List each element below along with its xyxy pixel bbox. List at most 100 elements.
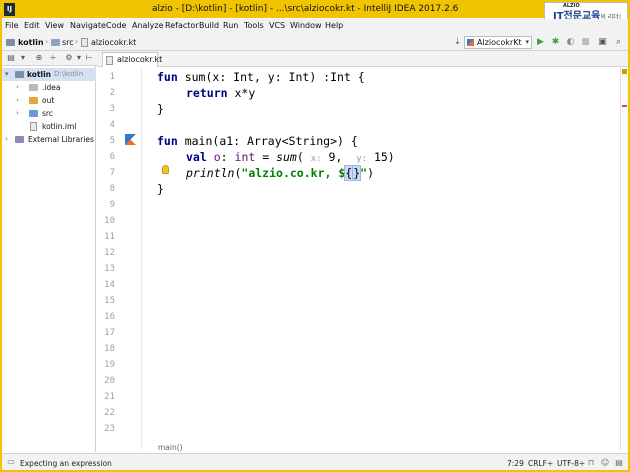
collapse-icon[interactable]: ÷ (48, 53, 58, 63)
line-number: 6 (109, 152, 115, 162)
code-text: ) (367, 166, 375, 180)
stop-icon[interactable]: ■ (580, 37, 591, 48)
project-view-icon[interactable]: ▤ (6, 53, 16, 63)
tool-windows-icon[interactable]: ▭ (6, 457, 16, 467)
menu-run[interactable]: Run (223, 21, 238, 30)
build-hammer-icon[interactable]: ⇣ (452, 37, 463, 48)
tree-item-kotlin-iml[interactable]: kotlin.iml (2, 120, 96, 133)
tree-item-src[interactable]: › src (2, 107, 96, 120)
code-line-3: } (157, 102, 164, 116)
sync-icon[interactable]: ⊕ (34, 53, 44, 63)
file-encoding[interactable]: UTF-8÷ (557, 459, 585, 468)
line-number: 12 (104, 248, 115, 258)
tree-item-idea[interactable]: › .idea (2, 81, 96, 94)
error-marker[interactable] (622, 105, 627, 107)
line-number: 18 (104, 344, 115, 354)
code-text: ( (296, 150, 311, 164)
line-number: 9 (109, 200, 115, 210)
folder-icon (29, 84, 38, 91)
run-icon[interactable]: ▶ (535, 37, 546, 48)
chevron-right-icon: › (16, 109, 19, 117)
line-number: 22 (104, 408, 115, 418)
intellij-logo-icon: IJ (4, 3, 15, 16)
line-number-gutter: 1 2 3 4 5 6 7 8 9 10 11 12 13 14 15 16 1… (98, 67, 142, 450)
kotlin-file-icon (106, 56, 113, 65)
inspection-status-icon[interactable] (622, 69, 627, 74)
line-number: 8 (109, 184, 115, 194)
breadcrumb-file[interactable]: alziocokr.kt (91, 38, 136, 47)
kotlin-file-icon (81, 38, 88, 47)
code-text: 15) (367, 150, 395, 164)
line-number: 2 (109, 88, 115, 98)
tree-item-kotlin[interactable]: ▾ kotlin D:\kotlin (2, 68, 96, 81)
tree-item-label: kotlin.iml (42, 122, 77, 131)
inspector-icon[interactable]: ☺ (600, 458, 610, 468)
tree-item-path: D:\kotlin (54, 70, 84, 78)
breadcrumb-src[interactable]: src (62, 38, 74, 47)
line-number: 20 (104, 376, 115, 386)
tree-item-label: kotlin (27, 70, 52, 79)
menu-window[interactable]: Window (290, 21, 322, 30)
chevron-right-icon: › (16, 96, 19, 104)
menu-tools[interactable]: Tools (244, 21, 264, 30)
chevron-down-icon[interactable]: ▾ (18, 53, 28, 63)
editor-tab-bar: alziocokr.kt (98, 51, 628, 67)
run-configuration-label: AlziocokrKt (477, 38, 522, 47)
code-keyword: fun (157, 70, 178, 84)
code-line-7: println("alzio.co.kr, ${}") (186, 165, 375, 181)
code-function-call: sum (276, 150, 297, 164)
menu-refactor[interactable]: Refactor (165, 21, 199, 30)
project-structure-icon[interactable]: ▣ (597, 37, 608, 48)
debug-icon[interactable]: ✱ (550, 37, 561, 48)
code-editor[interactable]: 1 2 3 4 5 6 7 8 9 10 11 12 13 14 15 16 1… (98, 67, 620, 452)
search-icon[interactable]: ⌕ (613, 37, 624, 48)
line-number: 14 (104, 280, 115, 290)
folder-icon (29, 97, 38, 104)
menu-help[interactable]: Help (325, 21, 343, 30)
tree-item-external-libraries[interactable]: › External Libraries (2, 133, 96, 146)
project-tree: ▾ kotlin D:\kotlin › .idea › out › src k… (2, 66, 96, 452)
code-function-call: println (186, 166, 235, 180)
line-separator[interactable]: CRLF÷ (528, 459, 553, 468)
gear-icon[interactable]: ⚙ (64, 53, 74, 63)
caret-position[interactable]: 7:29 (507, 459, 524, 468)
tree-item-label: src (42, 109, 53, 118)
line-number: 10 (104, 216, 115, 226)
tree-item-label: out (42, 96, 55, 105)
tab-alziocokr[interactable]: alziocokr.kt (102, 52, 162, 67)
editor-breadcrumb[interactable]: main() (158, 443, 183, 452)
menu-vcs[interactable]: VCS (269, 21, 285, 30)
menu-view[interactable]: View (45, 21, 64, 30)
menu-code[interactable]: Code (106, 21, 126, 30)
code-text: sum(x: Int, y: Int) :Int { (177, 70, 365, 84)
hide-icon[interactable]: ⊢ (84, 53, 94, 63)
alzio-brand-logo: ALZIO IT전문교육의 리더! (544, 2, 628, 22)
code-type: int (234, 150, 256, 164)
status-bar: ▭ Expecting an expression 7:29 CRLF÷ UTF… (2, 453, 628, 470)
line-number: 16 (104, 312, 115, 322)
lock-icon[interactable]: ⊓ (586, 458, 596, 468)
menu-analyze[interactable]: Analyze (132, 21, 164, 30)
error-stripe[interactable] (620, 67, 628, 450)
line-number: 21 (104, 392, 115, 402)
code-text: = (255, 150, 277, 164)
coverage-icon[interactable]: ◐ (565, 37, 576, 48)
code-text: : (220, 150, 235, 164)
chevron-down-icon[interactable]: ▾ (74, 53, 84, 63)
line-number: 13 (104, 264, 115, 274)
menu-file[interactable]: File (5, 21, 18, 30)
menu-build[interactable]: Build (199, 21, 219, 30)
kotlin-run-gutter-icon[interactable] (125, 134, 136, 145)
menu-edit[interactable]: Edit (24, 21, 40, 30)
line-number: 5 (109, 136, 115, 146)
code-text: 9, (321, 150, 357, 164)
menu-navigate[interactable]: Navigate (70, 21, 106, 30)
tree-item-out[interactable]: › out (2, 94, 96, 107)
chevron-right-icon: › (16, 83, 19, 91)
run-configuration-select[interactable]: AlziocokrKt ▾ (464, 36, 532, 49)
event-log-icon[interactable]: ▤ (614, 458, 624, 468)
line-number: 15 (104, 296, 115, 306)
tree-item-label: External Libraries (28, 135, 94, 144)
breadcrumb-project[interactable]: kotlin (18, 38, 44, 47)
intention-lightbulb-icon[interactable] (162, 165, 169, 174)
